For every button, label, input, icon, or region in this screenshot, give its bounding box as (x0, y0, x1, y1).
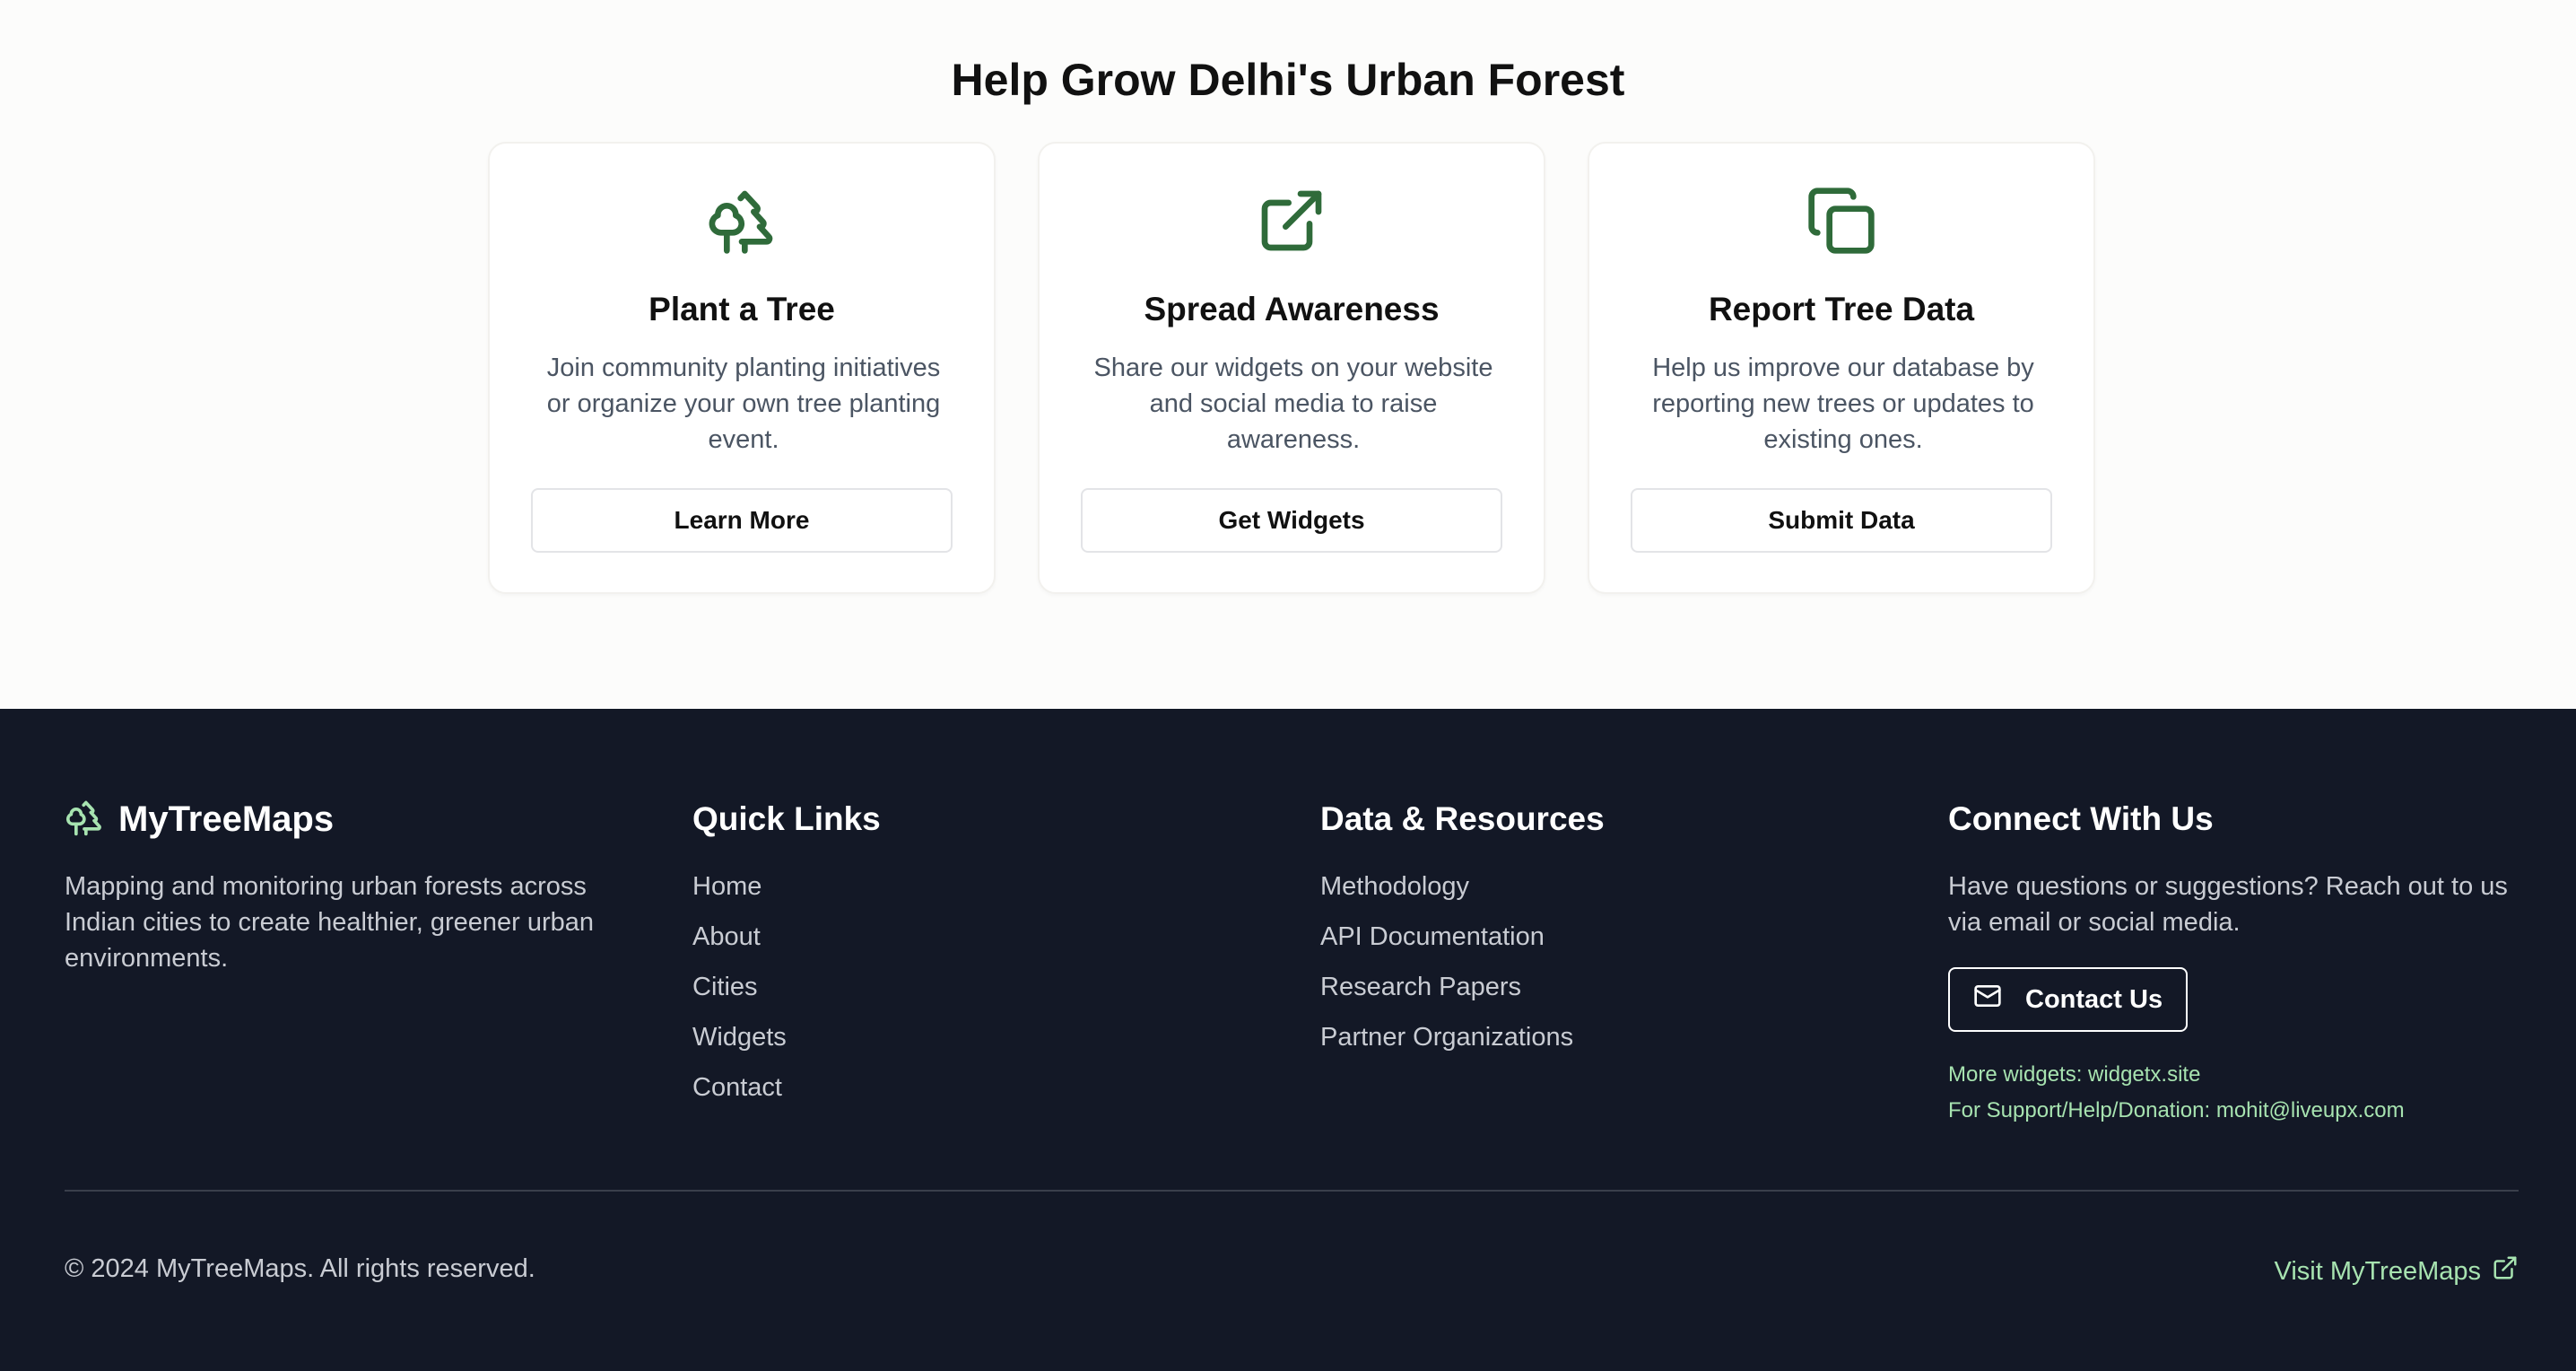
footer: MyTreeMaps Mapping and monitoring urban … (0, 709, 2576, 1371)
resources-list: Methodology API Documentation Research P… (1320, 869, 1605, 1070)
card-title: Report Tree Data (1708, 291, 1975, 327)
external-link-icon (1040, 185, 1544, 257)
card-title: Plant a Tree (648, 291, 835, 327)
footer-divider (65, 1190, 2519, 1192)
external-link-icon (2492, 1254, 2519, 1288)
copyright: © 2024 MyTreeMaps. All rights reserved. (65, 1254, 535, 1283)
card-description: Join community planting initiatives or o… (546, 354, 941, 454)
footer-link-widgets[interactable]: Widgets (692, 1019, 881, 1070)
card-plant-a-tree: Plant a Tree Join community planting ini… (488, 142, 996, 594)
card-spread-awareness: Spread Awareness Share our widgets on yo… (1038, 142, 1545, 594)
footer-link-research-papers[interactable]: Research Papers (1320, 969, 1605, 1019)
card-title: Spread Awareness (1144, 291, 1440, 327)
footer-link-contact[interactable]: Contact (692, 1070, 881, 1120)
connect-description: Have questions or suggestions? Reach out… (1948, 872, 2508, 937)
footer-link-partner-organizations[interactable]: Partner Organizations (1320, 1019, 1605, 1070)
learn-more-button[interactable]: Learn More (531, 488, 953, 553)
mail-icon (1973, 982, 2002, 1017)
contact-us-button[interactable]: Contact Us (1948, 967, 2189, 1032)
card-description: Help us improve our database by reportin… (1652, 354, 2034, 454)
card-report-tree-data: Report Tree Data Help us improve our dat… (1588, 142, 2095, 594)
help-section: Help Grow Delhi's Urban Forest Plant a T… (0, 0, 2576, 709)
copy-icon (1589, 185, 2093, 257)
footer-link-api-documentation[interactable]: API Documentation (1320, 919, 1605, 969)
connect-heading: Connect With Us (1948, 800, 2214, 837)
footer-brand: MyTreeMaps (65, 799, 621, 840)
more-widgets-link[interactable]: More widgets: widgetx.site (1948, 1057, 2531, 1093)
footer-link-home[interactable]: Home (692, 869, 881, 919)
submit-data-button[interactable]: Submit Data (1631, 488, 2052, 553)
card-description: Share our widgets on your website and so… (1093, 354, 1493, 454)
contact-notes: More widgets: widgetx.site For Support/H… (1948, 1057, 2531, 1129)
brand-description: Mapping and monitoring urban forests acr… (65, 872, 595, 973)
footer-brand-column: MyTreeMaps Mapping and monitoring urban … (65, 799, 621, 976)
brand-name: MyTreeMaps (118, 799, 335, 839)
quick-links-list: Home About Cities Widgets Contact (692, 869, 881, 1120)
footer-resources: Data & Resources Methodology API Documen… (1320, 799, 1605, 1070)
footer-link-methodology[interactable]: Methodology (1320, 869, 1605, 919)
trees-icon (65, 798, 104, 842)
contact-us-label: Contact Us (2025, 984, 2163, 1014)
footer-connect: Connect With Us Have questions or sugges… (1948, 799, 2531, 1129)
resources-heading: Data & Resources (1320, 800, 1605, 837)
footer-quick-links: Quick Links Home About Cities Widgets Co… (692, 799, 881, 1120)
quick-links-heading: Quick Links (692, 800, 881, 837)
get-widgets-button[interactable]: Get Widgets (1081, 488, 1502, 553)
visit-mytreemaps-link[interactable]: Visit MyTreeMaps (2275, 1254, 2519, 1288)
footer-link-cities[interactable]: Cities (692, 969, 881, 1019)
support-email-link[interactable]: For Support/Help/Donation: mohit@liveupx… (1948, 1093, 2531, 1129)
trees-icon (490, 185, 994, 257)
help-title: Help Grow Delhi's Urban Forest (951, 55, 1625, 105)
visit-label: Visit MyTreeMaps (2274, 1256, 2481, 1286)
footer-link-about[interactable]: About (692, 919, 881, 969)
